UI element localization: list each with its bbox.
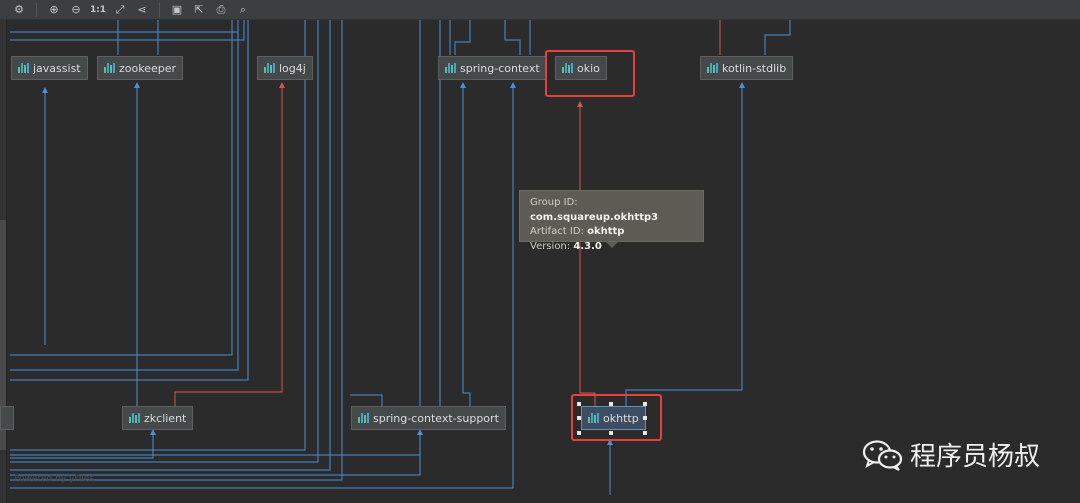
node-zookeeper[interactable]: zookeeper <box>97 56 184 80</box>
maven-artifact-icon <box>104 63 115 73</box>
tooltip-value: okhttp <box>587 226 625 237</box>
maven-artifact-icon <box>445 63 456 73</box>
tooltip-label: Version: <box>530 240 574 252</box>
highlight-okio <box>545 50 635 97</box>
resize-handle[interactable] <box>609 431 613 435</box>
resize-handle[interactable] <box>577 416 581 420</box>
node-label: spring-context-support <box>373 411 499 425</box>
node-spring-context[interactable]: spring-context <box>438 56 547 80</box>
tooltip-value: com.squareup.okhttp3 <box>530 211 659 223</box>
node-javassist[interactable]: javassist <box>11 56 88 80</box>
resize-handle[interactable] <box>609 402 613 406</box>
node-partial-left[interactable] <box>0 406 14 430</box>
wechat-icon <box>862 438 904 472</box>
highlight-okhttp <box>571 394 662 441</box>
resize-handle[interactable] <box>643 416 647 420</box>
resize-handle[interactable] <box>643 402 647 406</box>
tooltip-label: Group ID: <box>530 197 578 208</box>
tooltip-group-row: Group ID: com.squareup.okhttp3 <box>530 196 693 225</box>
resize-handle[interactable] <box>577 431 581 435</box>
node-label: javassist <box>33 61 81 75</box>
watermark-text: 程序员杨叔 <box>910 442 1041 472</box>
node-label: zookeeper <box>119 61 177 75</box>
node-log4j[interactable]: log4j <box>257 56 313 80</box>
node-kotlin-stdlib[interactable]: kotlin-stdlib <box>700 56 794 80</box>
node-zkclient[interactable]: zkclient <box>122 406 194 430</box>
maven-artifact-icon <box>18 63 29 73</box>
artifact-tooltip: Group ID: com.squareup.okhttp3 Artifact … <box>519 190 704 252</box>
tooltip-label: Artifact ID: <box>530 226 588 237</box>
maven-artifact-icon <box>264 63 275 73</box>
node-label: zkclient <box>144 411 187 425</box>
maven-artifact-icon <box>707 63 718 73</box>
resize-handle[interactable] <box>643 431 647 435</box>
tooltip-value: 4.3.0 <box>573 240 602 252</box>
node-label: kotlin-stdlib <box>722 61 787 75</box>
tooltip-pointer <box>606 242 618 248</box>
watermark: 程序员杨叔 <box>862 436 1040 473</box>
powered-by-label: Powered by yFiles <box>14 474 95 484</box>
maven-artifact-icon <box>129 413 140 423</box>
node-label: spring-context <box>460 61 540 75</box>
tooltip-artifact-row: Artifact ID: okhttp <box>530 225 693 240</box>
resize-handle[interactable] <box>577 402 581 406</box>
node-spring-context-support[interactable]: spring-context-support <box>351 406 506 430</box>
maven-artifact-icon <box>358 413 369 423</box>
node-label: log4j <box>279 61 306 75</box>
